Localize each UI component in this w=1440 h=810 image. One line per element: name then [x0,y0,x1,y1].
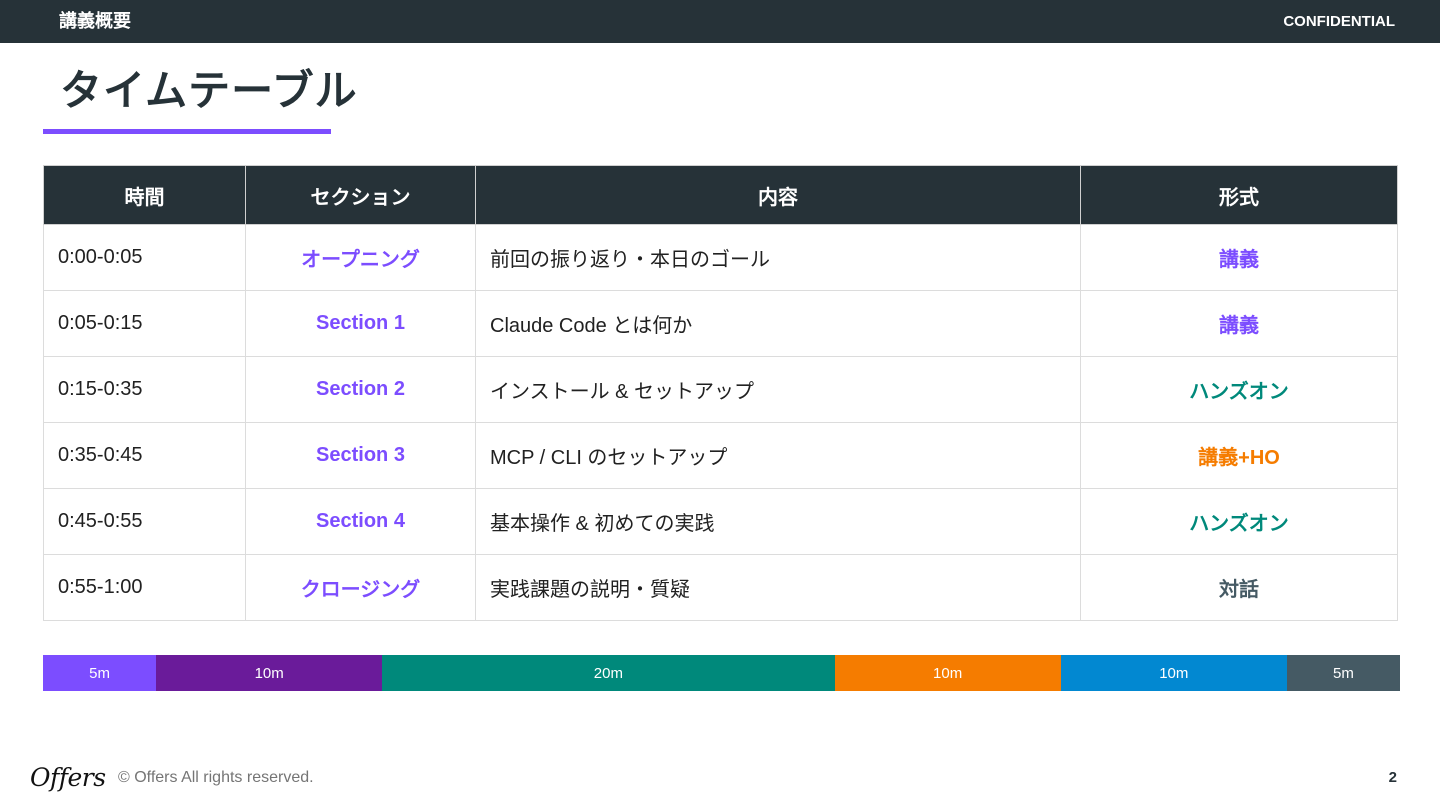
format-cell: ハンズオン [1080,356,1398,423]
timeline-segment: 5m [1286,655,1400,691]
timeline-bar: 5m 10m 20m 10m 10m 5m [43,655,1400,691]
time-cell: 0:05-0:15 [43,290,246,357]
format-cell: ハンズオン [1080,488,1398,555]
table-row: 0:15-0:35 Section 2 インストール & セットアップ ハンズオン [43,356,1398,423]
section-cell: Section 1 [245,290,476,357]
content-cell: MCP / CLI のセットアップ [475,422,1081,489]
page-number: 2 [1388,769,1397,786]
page-title: タイムテーブル [60,67,358,114]
content-cell: Claude Code とは何か [475,290,1081,357]
table-row: 0:05-0:15 Section 1 Claude Code とは何か 講義 [43,290,1398,357]
content-cell: 基本操作 & 初めての実践 [475,488,1081,555]
timetable-body: 0:00-0:05 オープニング 前回の振り返り・本日のゴール 講義 0:05-0:15… [43,224,1398,621]
header-time: 時間 [43,165,246,225]
table-row: 0:45-0:55 Section 4 基本操作 & 初めての実践 ハンズオン [43,488,1398,555]
section-cell: クロージング [245,554,476,621]
format-cell: 講義 [1080,290,1398,357]
format-cell: 講義+HO [1080,422,1398,489]
table-header-row: 時間 セクション 内容 形式 [43,165,1398,225]
copyright-text: © Offers All rights reserved. [118,769,314,786]
header-content: 内容 [475,165,1081,225]
offers-logo: Offers [30,763,106,792]
section-cell: オープニング [245,224,476,291]
timeline-segment: 5m [43,655,157,691]
time-cell: 0:15-0:35 [43,356,246,423]
time-cell: 0:35-0:45 [43,422,246,489]
timetable: 時間 セクション 内容 形式 0:00-0:05 オープニング 前回の振り返り・本日… [43,165,1398,621]
time-cell: 0:45-0:55 [43,488,246,555]
format-cell: 対話 [1080,554,1398,621]
timeline-segment: 10m [834,655,1061,691]
format-cell: 講義 [1080,224,1398,291]
table-row: 0:00-0:05 オープニング 前回の振り返り・本日のゴール 講義 [43,224,1398,291]
top-bar: 講義概要 CONFIDENTIAL [0,0,1440,43]
header-section: セクション [245,165,476,225]
table-row: 0:35-0:45 Section 3 MCP / CLI のセットアップ 講義+HO [43,422,1398,489]
header-format: 形式 [1080,165,1398,225]
time-cell: 0:55-1:00 [43,554,246,621]
timeline-segment: 10m [1060,655,1287,691]
content-cell: 実践課題の説明・質疑 [475,554,1081,621]
timeline-segment: 10m [156,655,383,691]
table-row: 0:55-1:00 クロージング 実践課題の説明・質疑 対話 [43,554,1398,621]
content-cell: 前回の振り返り・本日のゴール [475,224,1081,291]
content-cell: インストール & セットアップ [475,356,1081,423]
title-underline [43,129,331,134]
timeline-segment: 20m [382,655,835,691]
section-cell: Section 3 [245,422,476,489]
section-cell: Section 2 [245,356,476,423]
time-cell: 0:00-0:05 [43,224,246,291]
section-label: 講義概要 [59,11,131,31]
section-cell: Section 4 [245,488,476,555]
confidential-label: CONFIDENTIAL [1283,13,1395,30]
